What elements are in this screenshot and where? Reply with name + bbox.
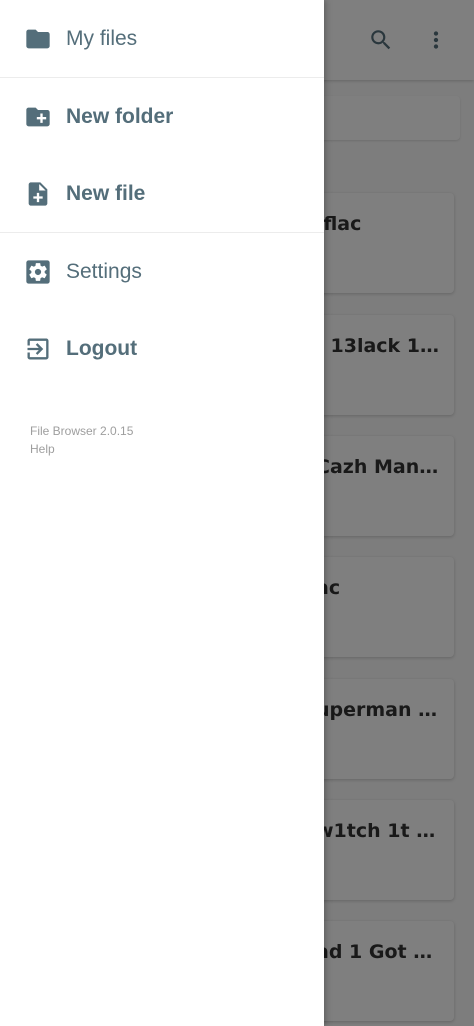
drawer-item-label: Settings (66, 260, 142, 283)
drawer-item-label: New file (66, 182, 146, 205)
logout-icon (24, 335, 52, 363)
drawer-item-label: New folder (66, 105, 174, 128)
drawer-item-label: My files (66, 27, 138, 50)
folder-icon (24, 25, 52, 53)
drawer-item-label: Logout (66, 337, 138, 360)
help-link[interactable]: Help (30, 440, 133, 458)
credits: File Browser 2.0.15 Help (30, 422, 133, 458)
drawer-item-new-folder[interactable]: New folder (0, 78, 324, 156)
folder-plus-icon (24, 103, 52, 131)
navigation-drawer: My files New folder New file Settings Lo… (0, 0, 324, 1026)
drawer-item-settings[interactable]: Settings (0, 233, 324, 311)
drawer-item-logout[interactable]: Logout (0, 310, 324, 388)
drawer-item-my-files[interactable]: My files (0, 0, 324, 78)
app: .flac - 13lack 1… Cazh Man1… ac uperman … (0, 0, 474, 1026)
gear-icon (24, 258, 52, 286)
drawer-item-new-file[interactable]: New file (0, 155, 324, 233)
file-plus-icon (24, 180, 52, 208)
version-text: File Browser 2.0.15 (30, 424, 134, 438)
